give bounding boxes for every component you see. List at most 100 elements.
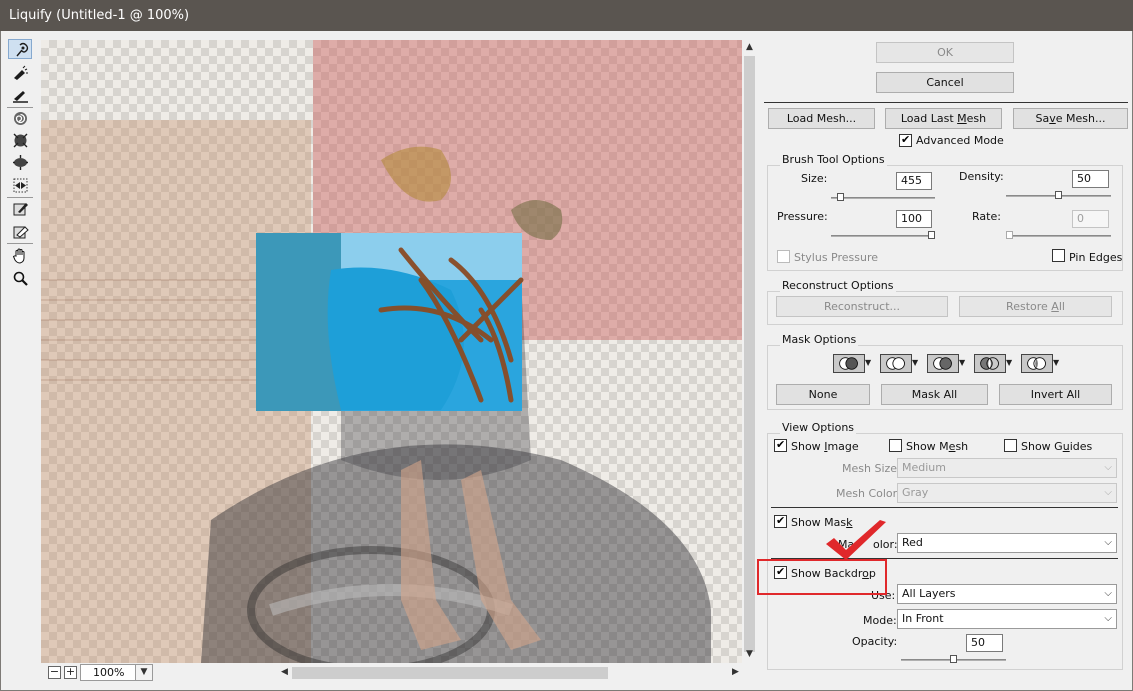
mask-options-title: Mask Options [780, 333, 859, 346]
restore-all-button[interactable]: Restore All [959, 296, 1112, 317]
red-checkmark-icon [826, 520, 886, 560]
chevron-down-icon: ⌵ [1104, 462, 1112, 473]
bloat-tool-icon[interactable] [8, 152, 32, 173]
pucker-tool-icon[interactable] [8, 130, 32, 151]
checkmark-icon: ✔ [776, 514, 786, 527]
add-to-selection-dropdown-icon[interactable]: ▼ [912, 358, 918, 367]
scroll-up-arrow-icon[interactable]: ▲ [742, 42, 757, 52]
show-image-label: Show Image [791, 440, 859, 453]
size-input[interactable]: 455 [896, 172, 932, 190]
view-options-divider [771, 507, 1118, 508]
opacity-slider-knob[interactable] [950, 655, 957, 663]
opacity-slider[interactable] [901, 655, 1006, 663]
mask-color-select[interactable]: Red ⌵ [897, 533, 1117, 553]
checkmark-icon: ✔ [901, 133, 911, 146]
subtract-from-selection-dropdown-icon[interactable]: ▼ [959, 358, 965, 367]
load-last-mesh-button[interactable]: Load Last Mesh [885, 108, 1002, 129]
show-mesh-label: Show Mesh [906, 440, 969, 453]
mask-none-button[interactable]: None [776, 384, 870, 405]
preview-image [41, 40, 742, 663]
checkmark-icon: ✔ [776, 438, 786, 451]
use-layers-select[interactable]: All Layers ⌵ [897, 584, 1117, 604]
save-mesh-button[interactable]: Save Mesh... [1013, 108, 1128, 129]
pressure-label: Pressure: [777, 210, 828, 223]
preview-canvas[interactable] [41, 40, 742, 663]
reconstruct-button[interactable]: Reconstruct... [776, 296, 948, 317]
size-slider[interactable] [831, 193, 935, 201]
brush-tool-options-title: Brush Tool Options [780, 153, 887, 166]
intersect-selection-icon[interactable] [974, 354, 1006, 373]
opacity-input[interactable]: 50 [966, 634, 1003, 652]
density-input[interactable]: 50 [1072, 170, 1109, 188]
show-image-checkbox[interactable]: ✔ [774, 438, 787, 452]
twirl-tool-icon[interactable] [8, 108, 32, 129]
tool-separator [7, 243, 33, 244]
chevron-down-icon: ▼ [135, 665, 152, 680]
mode-select[interactable]: In Front ⌵ [897, 609, 1117, 629]
size-label: Size: [801, 172, 828, 185]
rate-label: Rate: [972, 210, 1001, 223]
rate-slider[interactable] [1006, 231, 1111, 239]
tool-bar [0, 31, 40, 664]
zoom-level-select[interactable]: 100% ▼ [80, 664, 153, 681]
hand-tool-icon[interactable] [8, 245, 32, 266]
invert-all-button[interactable]: Invert All [999, 384, 1112, 405]
zoom-level-value: 100% [93, 666, 125, 679]
chevron-down-icon: ⌵ [1104, 537, 1112, 548]
subtract-from-selection-icon[interactable] [927, 354, 959, 373]
forward-warp-tool-icon[interactable] [8, 39, 32, 59]
ok-button[interactable]: OK [876, 42, 1014, 63]
intersect-selection-dropdown-icon[interactable]: ▼ [1006, 358, 1012, 367]
advanced-mode-checkbox[interactable]: ✔ [899, 133, 912, 147]
invert-selection-dropdown-icon[interactable]: ▼ [1053, 358, 1059, 367]
load-mesh-button[interactable]: Load Mesh... [768, 108, 875, 129]
invert-selection-icon[interactable] [1021, 354, 1053, 373]
cancel-button[interactable]: Cancel [876, 72, 1014, 93]
reconstruct-tool-icon[interactable] [8, 62, 32, 83]
zoom-in-button[interactable]: + [64, 666, 77, 679]
rate-input[interactable]: 0 [1072, 210, 1109, 228]
vertical-scroll-thumb[interactable] [744, 56, 755, 652]
pressure-slider-knob[interactable] [928, 231, 935, 239]
mask-all-button[interactable]: Mask All [881, 384, 988, 405]
pin-edges-label: Pin Edges [1069, 251, 1123, 264]
reconstruct-options-title: Reconstruct Options [780, 279, 896, 292]
zoom-tool-icon[interactable] [8, 268, 32, 289]
density-label: Density: [959, 170, 1004, 183]
chevron-down-icon: ⌵ [1104, 613, 1112, 624]
density-slider-knob[interactable] [1055, 191, 1062, 199]
density-slider[interactable] [1006, 191, 1111, 199]
mesh-color-select[interactable]: Gray ⌵ [897, 483, 1117, 503]
advanced-mode-label: Advanced Mode [916, 134, 1004, 147]
stylus-pressure-label: Stylus Pressure [794, 251, 879, 264]
vertical-scrollbar[interactable]: ▲ ▼ [742, 40, 757, 663]
horizontal-scroll-thumb[interactable] [292, 667, 608, 679]
panel-divider [764, 102, 1128, 103]
thaw-mask-tool-icon[interactable] [8, 221, 32, 242]
pin-edges-checkbox[interactable] [1052, 249, 1065, 262]
show-guides-label: Show Guides [1021, 440, 1093, 453]
show-mask-checkbox[interactable]: ✔ [774, 514, 787, 528]
show-mesh-checkbox[interactable] [889, 439, 902, 452]
opacity-label: Opacity: [852, 635, 898, 648]
replace-selection-icon[interactable] [833, 354, 865, 373]
smooth-tool-icon[interactable] [8, 84, 32, 105]
scroll-down-arrow-icon[interactable]: ▼ [742, 649, 757, 659]
replace-selection-dropdown-icon[interactable]: ▼ [865, 358, 871, 367]
scroll-left-arrow-icon[interactable]: ◀ [277, 667, 292, 677]
size-slider-knob[interactable] [837, 193, 844, 201]
zoom-out-button[interactable]: − [48, 666, 61, 679]
stylus-pressure-checkbox[interactable] [777, 250, 790, 263]
freeze-mask-tool-icon[interactable] [8, 198, 32, 219]
push-left-tool-icon[interactable] [8, 175, 32, 196]
mesh-size-select[interactable]: Medium ⌵ [897, 458, 1117, 478]
window-title: Liquify (Untitled-1 @ 100%) [0, 0, 1133, 31]
add-to-selection-icon[interactable] [880, 354, 912, 373]
mesh-color-label: Mesh Color: [836, 487, 901, 500]
pressure-slider[interactable] [831, 231, 935, 239]
highlight-box [757, 559, 887, 595]
rate-slider-knob[interactable] [1006, 231, 1013, 239]
show-guides-checkbox[interactable] [1004, 439, 1017, 452]
scroll-right-arrow-icon[interactable]: ▶ [728, 667, 743, 677]
pressure-input[interactable]: 100 [896, 210, 932, 228]
